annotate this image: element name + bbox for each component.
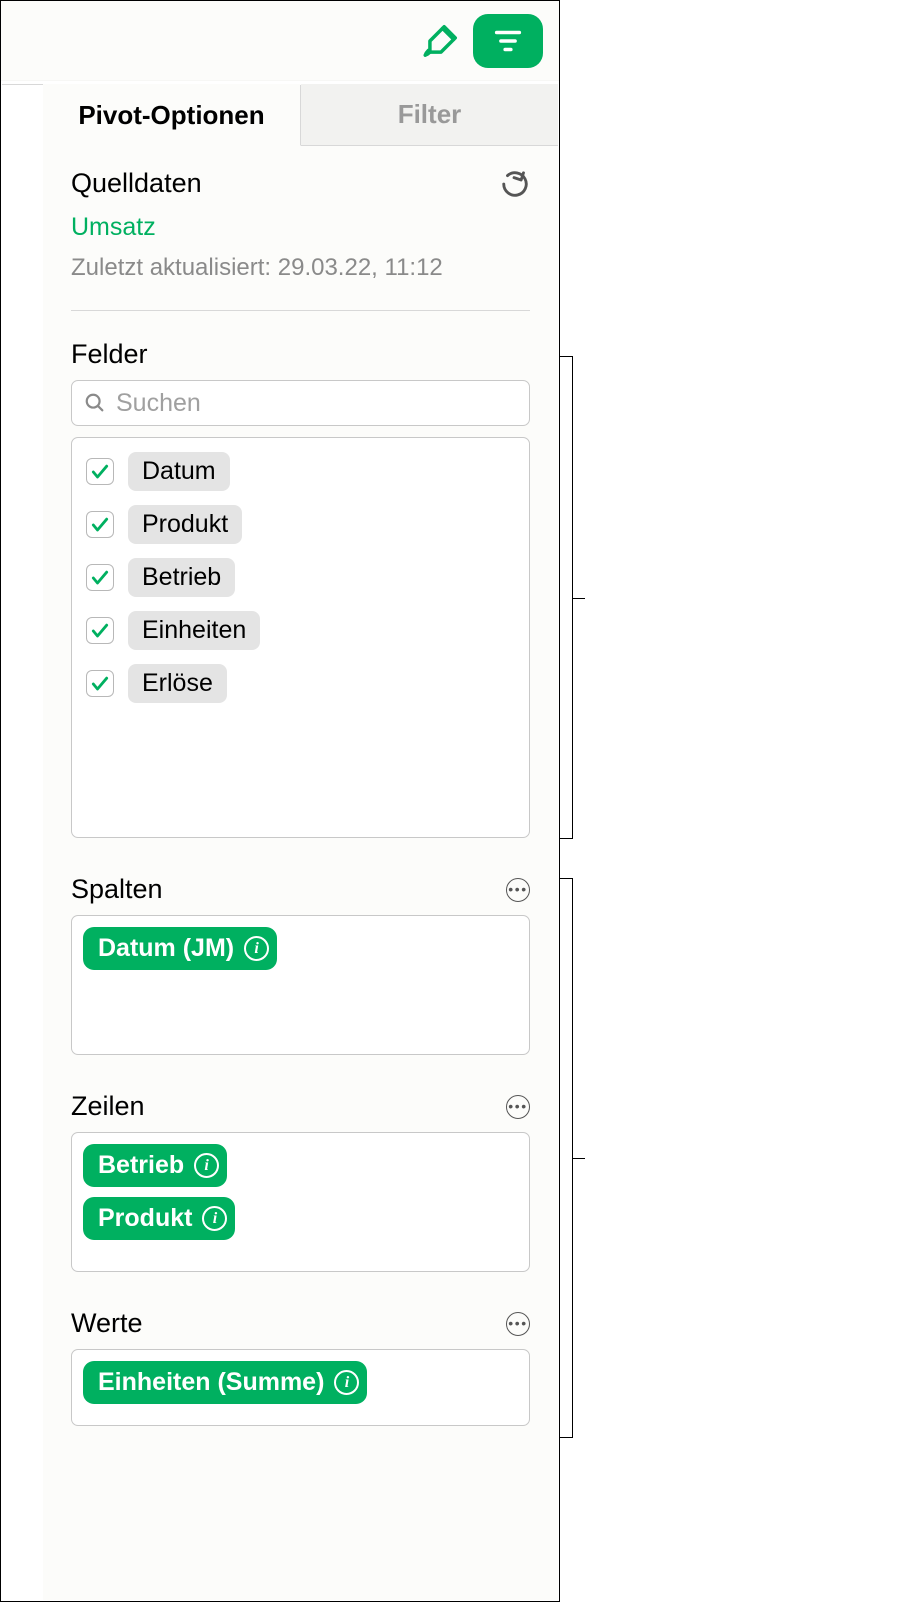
field-chip[interactable]: Betrieb — [128, 558, 235, 597]
values-more-icon[interactable]: ••• — [506, 1312, 530, 1336]
checkbox[interactable] — [86, 564, 114, 591]
search-input[interactable] — [116, 389, 517, 418]
checkbox[interactable] — [86, 617, 114, 644]
source-table-link[interactable]: Umsatz — [71, 213, 530, 242]
columns-well[interactable]: Datum (JM) i — [71, 915, 530, 1055]
columns-more-icon[interactable]: ••• — [506, 878, 530, 902]
inspector-panel: Pivot-Optionen Filter Quelldaten Umsatz … — [0, 0, 560, 1602]
field-item[interactable]: Produkt — [86, 505, 515, 544]
rows-well[interactable]: Betrieb i Produkt i — [71, 1132, 530, 1272]
columns-label: Spalten — [71, 874, 163, 905]
info-icon[interactable]: i — [334, 1370, 359, 1395]
field-chip[interactable]: Produkt — [128, 505, 242, 544]
sheet-edge — [2, 84, 44, 1444]
value-chip[interactable]: Einheiten (Summe) i — [83, 1361, 367, 1404]
info-icon[interactable]: i — [194, 1153, 219, 1178]
row-chip[interactable]: Betrieb i — [83, 1144, 227, 1187]
callout-bracket — [572, 878, 573, 1438]
rows-more-icon[interactable]: ••• — [506, 1095, 530, 1119]
rows-label: Zeilen — [71, 1091, 145, 1122]
field-item[interactable]: Erlöse — [86, 664, 515, 703]
field-item[interactable]: Einheiten — [86, 611, 515, 650]
last-updated-text: Zuletzt aktualisiert: 29.03.22, 11:12 — [71, 254, 530, 282]
checkbox[interactable] — [86, 670, 114, 697]
format-brush-icon[interactable] — [421, 21, 461, 61]
fields-search[interactable] — [71, 380, 530, 426]
info-icon[interactable]: i — [202, 1206, 227, 1231]
callout-bracket — [572, 356, 573, 839]
source-data-label: Quelldaten — [71, 168, 202, 199]
field-item[interactable]: Betrieb — [86, 558, 515, 597]
field-chip[interactable]: Datum — [128, 452, 230, 491]
pivot-panel: Pivot-Optionen Filter Quelldaten Umsatz … — [43, 84, 558, 1600]
search-icon — [84, 392, 106, 414]
field-chip[interactable]: Erlöse — [128, 664, 227, 703]
tab-pivot-options[interactable]: Pivot-Optionen — [43, 85, 301, 146]
row-chip[interactable]: Produkt i — [83, 1197, 235, 1240]
field-item[interactable]: Datum — [86, 452, 515, 491]
checkbox[interactable] — [86, 511, 114, 538]
values-well[interactable]: Einheiten (Summe) i — [71, 1349, 530, 1426]
column-chip[interactable]: Datum (JM) i — [83, 927, 277, 970]
info-icon[interactable]: i — [244, 936, 269, 961]
values-label: Werte — [71, 1308, 143, 1339]
organize-button[interactable] — [473, 14, 543, 68]
chip-label: Datum (JM) — [98, 934, 234, 963]
fields-list: Datum Produkt Betrieb Einheiten Erlöse — [71, 437, 530, 838]
divider — [71, 310, 530, 311]
checkbox[interactable] — [86, 458, 114, 485]
refresh-button[interactable] — [500, 169, 530, 199]
chip-label: Einheiten (Summe) — [98, 1368, 324, 1397]
toolbar — [1, 1, 559, 81]
tab-bar: Pivot-Optionen Filter — [43, 84, 558, 146]
fields-label: Felder — [71, 339, 530, 370]
chip-label: Betrieb — [98, 1151, 184, 1180]
tab-filter[interactable]: Filter — [301, 84, 558, 145]
field-chip[interactable]: Einheiten — [128, 611, 260, 650]
chip-label: Produkt — [98, 1204, 192, 1233]
